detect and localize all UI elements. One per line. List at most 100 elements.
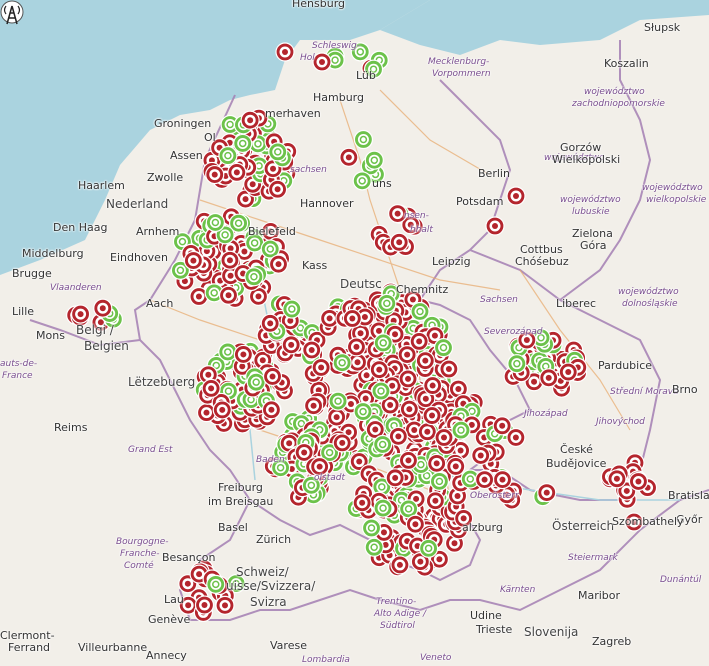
green-marker[interactable] — [371, 381, 391, 401]
antenna-tower-icon[interactable] — [0, 0, 24, 30]
label-bratislava: Bratisla — [668, 489, 709, 502]
label-suisse: uisse/Svizzera/ — [226, 579, 316, 593]
label-grand-est: Grand Est — [128, 445, 173, 455]
red-marker[interactable] — [628, 471, 649, 492]
green-marker[interactable] — [246, 372, 266, 392]
red-marker[interactable] — [409, 331, 429, 351]
red-marker[interactable] — [281, 335, 301, 355]
label-sachsen: Sachsen — [480, 295, 518, 305]
red-marker[interactable] — [311, 357, 331, 378]
red-marker[interactable] — [93, 298, 113, 318]
red-marker[interactable] — [417, 422, 437, 442]
red-marker[interactable] — [220, 250, 240, 270]
red-marker[interactable] — [262, 366, 283, 387]
red-marker[interactable] — [183, 250, 203, 271]
red-marker[interactable] — [303, 396, 324, 416]
green-marker[interactable] — [377, 293, 397, 313]
red-marker[interactable] — [227, 162, 247, 182]
red-marker[interactable] — [506, 186, 526, 206]
red-marker[interactable] — [425, 491, 445, 511]
label-liberec: Liberec — [556, 297, 597, 310]
label-veneto: Veneto — [420, 653, 452, 663]
green-marker[interactable] — [429, 471, 450, 491]
red-marker[interactable] — [389, 232, 409, 252]
green-marker[interactable] — [218, 342, 238, 362]
red-marker[interactable] — [423, 375, 443, 396]
red-marker[interactable] — [539, 368, 559, 388]
green-marker[interactable] — [373, 434, 393, 455]
green-marker[interactable] — [364, 150, 384, 170]
label-bourgogne: Bourgogne- — [116, 537, 169, 547]
red-marker[interactable] — [312, 52, 332, 72]
red-marker[interactable] — [369, 360, 389, 380]
red-marker[interactable] — [485, 216, 505, 236]
red-marker[interactable] — [70, 304, 91, 324]
red-marker[interactable] — [446, 456, 466, 477]
red-marker[interactable] — [415, 351, 435, 371]
green-marker[interactable] — [353, 129, 374, 150]
label-wojewodztwo-ds2: dolnośląskie — [622, 299, 678, 309]
red-marker[interactable] — [268, 179, 288, 199]
red-marker[interactable] — [492, 416, 512, 436]
green-marker[interactable] — [361, 518, 382, 538]
red-marker[interactable] — [474, 470, 495, 490]
red-marker[interactable] — [607, 469, 627, 489]
map-canvas[interactable]: Hensburg Schleswig- Hol Lüb Hamburg Meck… — [0, 0, 709, 666]
green-marker[interactable] — [244, 267, 264, 287]
green-marker[interactable] — [352, 171, 372, 191]
green-marker[interactable] — [507, 354, 527, 374]
red-marker[interactable] — [434, 427, 454, 448]
red-marker[interactable] — [212, 400, 232, 420]
green-marker[interactable] — [373, 498, 393, 518]
label-koszalin: Koszalin — [604, 57, 649, 70]
red-marker[interactable] — [261, 400, 282, 420]
green-marker[interactable] — [205, 212, 225, 233]
red-marker[interactable] — [390, 555, 410, 575]
green-marker[interactable] — [282, 299, 302, 319]
red-marker[interactable] — [471, 445, 491, 466]
red-marker[interactable] — [215, 595, 235, 615]
label-belgien: Belgi / — [76, 323, 114, 337]
red-marker[interactable] — [439, 359, 459, 379]
red-marker[interactable] — [422, 405, 442, 426]
red-marker[interactable] — [205, 164, 225, 185]
green-marker[interactable] — [332, 353, 352, 373]
red-marker[interactable] — [268, 254, 289, 274]
red-marker[interactable] — [427, 453, 447, 473]
green-marker[interactable] — [419, 538, 439, 558]
red-marker[interactable] — [537, 482, 557, 503]
red-marker[interactable] — [201, 378, 221, 399]
red-marker[interactable] — [194, 595, 215, 615]
red-marker[interactable] — [342, 308, 362, 329]
red-marker[interactable] — [492, 470, 513, 490]
green-marker[interactable] — [373, 333, 393, 353]
label-freiburg: Freiburg — [218, 481, 263, 494]
red-marker[interactable] — [558, 362, 578, 382]
red-marker[interactable] — [339, 147, 359, 167]
red-marker[interactable] — [302, 340, 322, 360]
red-marker[interactable] — [233, 344, 253, 365]
green-marker[interactable] — [268, 142, 288, 162]
red-marker[interactable] — [332, 433, 352, 453]
green-marker[interactable] — [433, 338, 454, 358]
green-marker[interactable] — [353, 401, 373, 422]
green-marker[interactable] — [328, 391, 348, 411]
green-marker[interactable] — [410, 301, 430, 322]
red-marker[interactable] — [240, 110, 260, 130]
green-marker[interactable] — [233, 133, 253, 154]
label-salzburg: alzburg — [462, 521, 503, 534]
red-marker[interactable] — [260, 313, 280, 333]
red-marker[interactable] — [398, 369, 418, 389]
red-marker[interactable] — [352, 493, 372, 513]
red-marker[interactable] — [327, 407, 347, 427]
red-marker[interactable] — [218, 285, 239, 305]
red-marker[interactable] — [346, 337, 367, 357]
red-marker[interactable] — [385, 468, 405, 488]
red-marker[interactable] — [398, 450, 419, 470]
green-marker[interactable] — [206, 574, 226, 594]
red-marker[interactable] — [275, 42, 295, 62]
label-slovenija: Slovenija — [524, 625, 579, 639]
red-marker[interactable] — [399, 399, 419, 419]
green-marker[interactable] — [451, 420, 471, 440]
green-marker[interactable] — [218, 146, 238, 166]
